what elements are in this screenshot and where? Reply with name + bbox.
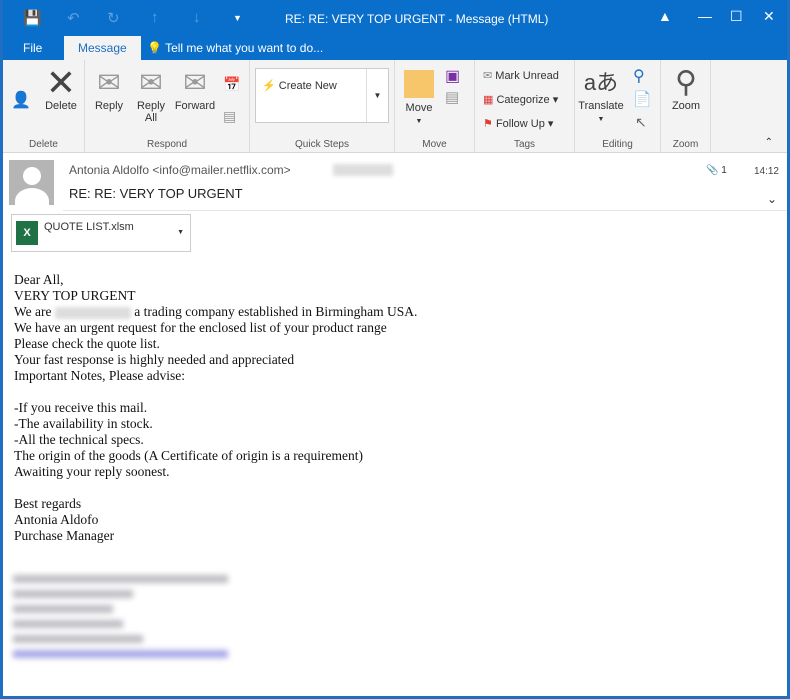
redo-icon[interactable]: ↻ (107, 9, 120, 27)
mark-unread-button[interactable]: ✉ Mark Unread (483, 69, 559, 82)
delete-button[interactable]: ✕ Delete (41, 62, 81, 113)
minimize-icon[interactable]: — (698, 8, 712, 24)
lightbulb-icon: 💡 (147, 41, 162, 55)
actions-icon[interactable]: ▤ (445, 88, 459, 106)
group-quick-steps: ⚡ Create New ▼ Quick Steps (250, 60, 395, 153)
translate-icon: aあ (583, 70, 619, 95)
related-icon[interactable]: 📄 (633, 90, 652, 108)
categorize-button[interactable]: ▦ Categorize ▾ (483, 93, 558, 106)
attachment-quote-list[interactable]: X QUOTE LIST.xlsm ▼ (11, 214, 191, 252)
quick-steps-more-icon[interactable]: ▼ (366, 69, 388, 122)
outlook-message-window: 💾 ↶ ↻ ↑ ↓ ▼ RE: RE: VERY TOP URGENT - Me… (3, 0, 787, 696)
zoom-button[interactable]: ⚲ Zoom (665, 66, 707, 112)
ignore-icon[interactable]: 👤 (11, 90, 31, 110)
avatar (9, 160, 54, 205)
lightning-icon: ⚡ (262, 80, 276, 92)
group-editing: aあ Translate ▼ ⚲ 📄 ↖ Editing (575, 60, 661, 153)
tab-file[interactable]: File (13, 36, 52, 60)
more-respond-icon[interactable]: ▤ (223, 108, 236, 125)
create-new-quick-step[interactable]: ⚡ Create New (262, 79, 337, 92)
select-cursor-icon[interactable]: ↖ (635, 114, 647, 131)
up-arrow-icon[interactable]: ↑ (151, 9, 159, 26)
title-bar: 💾 ↶ ↻ ↑ ↓ ▼ RE: RE: VERY TOP URGENT - Me… (3, 0, 787, 36)
window-title: RE: RE: VERY TOP URGENT - Message (HTML) (285, 12, 549, 26)
close-icon[interactable]: ✕ (763, 8, 775, 25)
categorize-icon: ▦ (483, 94, 494, 106)
tab-message[interactable]: Message (64, 36, 141, 60)
attachment-name: QUOTE LIST.xlsm (44, 221, 134, 233)
onenote-icon[interactable]: ▣ (445, 66, 460, 86)
ribbon: 👤 ✕ Delete Delete ✉ Reply ✉ Reply All ✉ Forw… (3, 60, 787, 153)
flag-icon: ⚑ (483, 118, 493, 130)
maximize-icon[interactable]: ☐ (730, 8, 743, 25)
subject: RE: RE: VERY TOP URGENT (69, 186, 243, 201)
translate-button[interactable]: aあ Translate ▼ (577, 66, 625, 124)
save-icon[interactable]: 💾 (23, 9, 42, 27)
group-respond: ✉ Reply ✉ Reply All ✉ Forward 📅 ▤ Respond (85, 60, 250, 153)
quick-steps-gallery: ⚡ Create New ▼ (255, 68, 389, 123)
reply-all-envelope-icon: ✉ (139, 67, 163, 98)
attachment-dropdown-icon[interactable]: ▼ (177, 229, 184, 236)
forward-button[interactable]: ✉ Forward (173, 66, 217, 112)
undo-icon[interactable]: ↶ (67, 9, 80, 27)
received-time: 14:12 (753, 166, 779, 177)
folder-move-icon (404, 70, 434, 98)
delete-x-icon: ✕ (45, 62, 77, 103)
forward-envelope-icon: ✉ (183, 67, 207, 98)
follow-up-button[interactable]: ⚑ Follow Up ▾ (483, 117, 553, 130)
redacted-signature (13, 575, 228, 665)
group-tags: ✉ Mark Unread ▦ Categorize ▾ ⚑ Follow Up… (475, 60, 575, 153)
expand-header-icon[interactable]: ⌄ (767, 192, 777, 206)
attachment-count: 📎 1 (706, 165, 727, 176)
excel-file-icon: X (16, 221, 38, 245)
redacted-company (54, 306, 131, 319)
group-delete: 👤 ✕ Delete Delete (3, 60, 85, 153)
message-body: Dear All, VERY TOP URGENT We are a tradi… (14, 272, 418, 543)
reply-all-button[interactable]: ✉ Reply All (133, 66, 169, 124)
find-icon[interactable]: ⚲ (633, 66, 645, 86)
tell-me-search[interactable]: 💡 Tell me what you want to do... (137, 36, 333, 60)
collapse-ribbon-icon[interactable]: ⌃ (765, 137, 773, 148)
ribbon-display-icon[interactable]: ▲ (658, 8, 672, 24)
customize-dropdown-icon[interactable]: ▼ (233, 13, 242, 23)
group-zoom: ⚲ Zoom Zoom (661, 60, 711, 153)
down-arrow-icon[interactable]: ↓ (193, 9, 201, 26)
meeting-reply-icon[interactable]: 📅 (223, 76, 240, 93)
move-button[interactable]: Move ▼ (399, 66, 439, 126)
redacted-recipient (333, 164, 393, 176)
envelope-icon: ✉ (483, 70, 493, 82)
magnifier-icon: ⚲ (675, 66, 697, 99)
reply-envelope-icon: ✉ (97, 67, 121, 98)
message-header: Antonia Aldolfo <info@mailer.netflix.com… (3, 154, 787, 254)
group-move: Move ▼ ▣ ▤ Move (395, 60, 475, 153)
ribbon-tabs: File Message 💡 Tell me what you want to … (3, 36, 787, 60)
sender[interactable]: Antonia Aldolfo <info@mailer.netflix.com… (69, 163, 291, 177)
reply-button[interactable]: ✉ Reply (91, 66, 127, 112)
